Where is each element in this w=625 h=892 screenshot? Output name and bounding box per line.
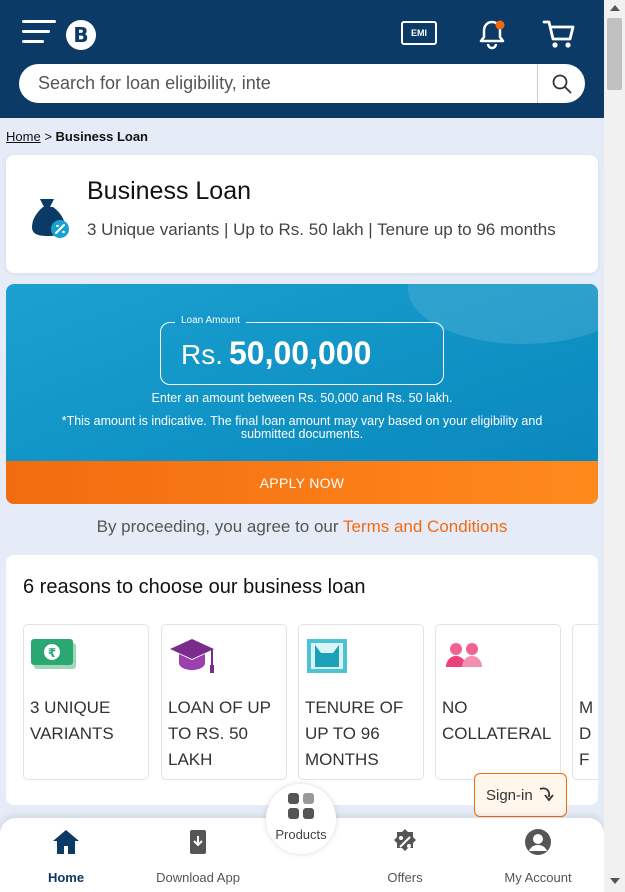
reason-text: Loan of up to Rs. 50 Lakh [168, 698, 271, 769]
nav-download-label: Download App [156, 870, 240, 885]
scroll-down-arrow-icon[interactable] [610, 878, 620, 884]
notification-bell-icon[interactable] [476, 18, 508, 50]
product-title-card: Business Loan 3 Unique variants | Up to … [6, 155, 598, 273]
app-header: B EMI [0, 0, 604, 118]
svg-text:₹: ₹ [48, 646, 56, 660]
terms-prefix: By proceeding, you agree to our [96, 517, 339, 536]
hamburger-menu-icon[interactable] [22, 20, 56, 44]
emi-calculator-icon[interactable]: EMI [401, 21, 437, 45]
reason-item[interactable]: Tenure of up to 96 months [298, 624, 424, 780]
product-subtitle: 3 Unique variants | Up to Rs. 50 lakh | … [87, 220, 556, 239]
nav-home-label: Home [47, 870, 85, 885]
reason-item[interactable]: ₹ 3 Unique variants [23, 624, 149, 780]
page-scrollbar[interactable] [604, 0, 625, 892]
nav-download-app[interactable]: Download App [143, 828, 253, 885]
breadcrumb-separator: > [44, 129, 52, 144]
cart-icon[interactable] [542, 18, 576, 50]
search-icon [552, 74, 571, 93]
breadcrumb-home-link[interactable]: Home [6, 129, 41, 144]
people-icon [446, 643, 482, 667]
rupee-note-icon: ₹ [31, 639, 76, 669]
nav-offers-label: Offers [387, 870, 423, 885]
scrollbar-thumb[interactable] [607, 18, 622, 90]
brand-logo[interactable]: B [66, 20, 96, 50]
terms-link[interactable]: Terms and Conditions [343, 517, 507, 536]
amount-disclaimer: *This amount is indicative. The final lo… [61, 414, 543, 441]
amount-range-note: Enter an amount between Rs. 50,000 and R… [151, 391, 453, 405]
calendar-tenure-icon [307, 639, 347, 673]
phone-download-icon [190, 830, 206, 854]
breadcrumb-current: Business Loan [55, 129, 148, 144]
money-bag-icon [32, 199, 69, 238]
curved-arrow-icon [539, 787, 554, 802]
scroll-up-arrow-icon[interactable] [610, 5, 620, 11]
reasons-title: 6 reasons to choose our business loan [23, 576, 366, 598]
graduation-cap-icon [170, 639, 214, 673]
reason-text: M D F [579, 698, 594, 769]
sign-in-button[interactable]: Sign-in [474, 773, 567, 817]
nav-my-account[interactable]: My Account [483, 828, 593, 885]
nav-home[interactable]: Home [11, 828, 121, 885]
search-button[interactable] [537, 64, 585, 103]
reason-item[interactable]: Loan of up to Rs. 50 Lakh [161, 624, 287, 780]
reason-text: Tenure of up to 96 months [305, 698, 404, 769]
sign-in-label: Sign-in [486, 786, 533, 804]
breadcrumb: Home > Business Loan [6, 129, 148, 144]
terms-text: By proceeding, you agree to our Terms an… [0, 517, 604, 537]
home-icon [53, 830, 79, 854]
loan-amount-label: Loan Amount [175, 315, 246, 326]
nav-products[interactable]: Products [266, 784, 336, 854]
nav-offers[interactable]: Offers [350, 828, 460, 885]
reasons-card: 6 reasons to choose our business loan ₹ … [6, 555, 598, 805]
reason-text: 3 Unique variants [30, 698, 114, 743]
reason-item[interactable]: No collateral [435, 624, 561, 780]
products-grid-icon [288, 793, 314, 819]
loan-amount-field[interactable]: Loan Amount Rs. 50,00,000 [160, 315, 444, 385]
currency-label: Rs. [181, 339, 223, 370]
search-input[interactable] [38, 64, 537, 103]
loan-amount-card: Loan Amount Rs. 50,00,000 Enter an amoun… [6, 284, 598, 504]
loan-amount-value[interactable]: 50,00,000 [229, 335, 371, 372]
offers-badge-icon [394, 829, 416, 851]
search-bar [19, 64, 585, 103]
apply-now-button[interactable]: APPLY NOW [6, 461, 598, 504]
nav-account-label: My Account [504, 870, 572, 885]
nav-products-label: Products [275, 827, 327, 842]
page-title: Business Loan [87, 177, 252, 205]
reason-text: No collateral [442, 698, 552, 743]
reason-item[interactable]: M D F [572, 624, 598, 780]
user-account-icon [525, 829, 551, 855]
